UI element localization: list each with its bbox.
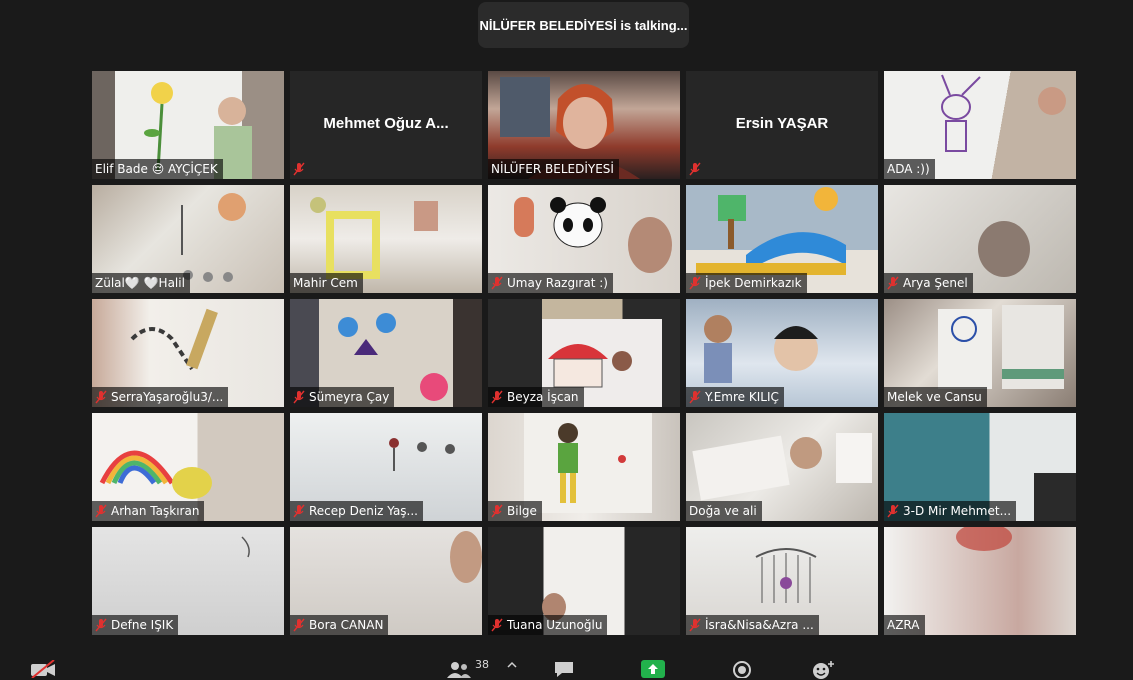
- participant-name-label: ADA :)): [884, 159, 935, 179]
- participants-button[interactable]: 38: [446, 657, 489, 678]
- muted-mic-icon: [95, 504, 107, 518]
- participant-tile[interactable]: Mahir Cem: [290, 185, 482, 293]
- chat-icon: [555, 662, 573, 677]
- participant-tile[interactable]: Elif Bade 😔 AYÇİÇEK: [92, 71, 284, 179]
- participant-tile[interactable]: İsra&Nisa&Azra ...: [686, 527, 878, 635]
- participant-tile-active-speaker[interactable]: NİLÜFER BELEDİYESİ: [488, 71, 680, 179]
- participant-name-label: AZRA: [884, 615, 925, 635]
- participant-tile[interactable]: Defne IŞIK: [92, 527, 284, 635]
- talking-indicator: NİLÜFER BELEDİYESİ is talking...: [478, 2, 689, 48]
- meeting-toolbar: 38: [0, 650, 1133, 680]
- record-button[interactable]: [731, 660, 753, 678]
- share-screen-button[interactable]: [641, 660, 665, 678]
- participant-tile[interactable]: Recep Deniz Yaş...: [290, 413, 482, 521]
- participant-tile[interactable]: Melek ve Cansu: [884, 299, 1076, 407]
- participant-name-label: [290, 159, 314, 179]
- participant-name-label: Beyza İşcan: [488, 387, 584, 407]
- participant-display-name: Mehmet Oğuz A...: [323, 115, 449, 132]
- muted-mic-icon: [689, 162, 701, 176]
- muted-mic-icon: [887, 276, 899, 290]
- participant-tile[interactable]: Ersin YAŞAR: [686, 71, 878, 179]
- muted-mic-icon: [689, 276, 701, 290]
- reactions-icon: [813, 661, 834, 679]
- participant-tile[interactable]: Arhan Taşkıran: [92, 413, 284, 521]
- talking-indicator-text: NİLÜFER BELEDİYESİ is talking...: [479, 17, 688, 33]
- record-icon: [733, 661, 751, 678]
- participant-name-label: Defne IŞIK: [92, 615, 179, 635]
- participant-tile[interactable]: Umay Razgırat :): [488, 185, 680, 293]
- participant-tile[interactable]: 3-D Mir Mehmet...: [884, 413, 1076, 521]
- participant-tile[interactable]: İpek Demirkazık: [686, 185, 878, 293]
- share-screen-icon: [641, 660, 665, 678]
- muted-mic-icon: [491, 618, 503, 632]
- muted-mic-icon: [95, 618, 107, 632]
- participant-name-label: Bilge: [488, 501, 542, 521]
- participant-name-label: Zülal🤍 🤍Halil: [92, 273, 190, 293]
- participant-name-label: Arya Şenel: [884, 273, 973, 293]
- participant-name-label: Tuana Uzunoğlu: [488, 615, 608, 635]
- muted-mic-icon: [689, 390, 701, 404]
- participant-name-label: Elif Bade 😔 AYÇİÇEK: [92, 159, 223, 179]
- chevron-up-icon: [507, 661, 517, 668]
- participant-tile[interactable]: AZRA: [884, 527, 1076, 635]
- participant-tile[interactable]: Bora CANAN: [290, 527, 482, 635]
- participant-tile[interactable]: Arya Şenel: [884, 185, 1076, 293]
- reactions-button[interactable]: [811, 660, 835, 680]
- muted-mic-icon: [95, 390, 107, 404]
- participant-tile[interactable]: SerraYaşaroğlu3/...: [92, 299, 284, 407]
- participant-name-label: İpek Demirkazık: [686, 273, 807, 293]
- participant-name-label: Arhan Taşkıran: [92, 501, 205, 521]
- participant-name-label: Mahir Cem: [290, 273, 363, 293]
- participant-name-label: NİLÜFER BELEDİYESİ: [488, 159, 619, 179]
- muted-mic-icon: [293, 618, 305, 632]
- participant-tile[interactable]: Zülal🤍 🤍Halil: [92, 185, 284, 293]
- gallery-grid: Elif Bade 😔 AYÇİÇEK Mehmet Oğuz A... NİL…: [92, 71, 1076, 635]
- participant-name-label: Bora CANAN: [290, 615, 389, 635]
- participant-tile[interactable]: Bilge: [488, 413, 680, 521]
- muted-mic-icon: [689, 618, 701, 632]
- video-off-icon: [31, 660, 55, 678]
- participants-icon: [447, 662, 471, 678]
- muted-mic-icon: [293, 504, 305, 518]
- participant-name-label: 3-D Mir Mehmet...: [884, 501, 1017, 521]
- participant-name-label: [686, 159, 710, 179]
- participant-name-label: Recep Deniz Yaş...: [290, 501, 423, 521]
- participant-name-label: İsra&Nisa&Azra ...: [686, 615, 819, 635]
- muted-mic-icon: [887, 504, 899, 518]
- muted-mic-icon: [293, 162, 305, 176]
- muted-mic-icon: [491, 504, 503, 518]
- participant-tile[interactable]: ADA :)): [884, 71, 1076, 179]
- participant-name-label: Umay Razgırat :): [488, 273, 613, 293]
- stop-video-button[interactable]: [30, 660, 56, 678]
- participant-tile[interactable]: Doğa ve ali: [686, 413, 878, 521]
- muted-mic-icon: [491, 276, 503, 290]
- participant-name-label: SerraYaşaroğlu3/...: [92, 387, 229, 407]
- participant-name-label: Y.Emre KILIÇ: [686, 387, 784, 407]
- muted-mic-icon: [293, 390, 305, 404]
- participant-name-label: Sümeyra Çay: [290, 387, 395, 407]
- participants-options-button[interactable]: [507, 660, 517, 670]
- participant-tile[interactable]: Mehmet Oğuz A...: [290, 71, 482, 179]
- participant-tile[interactable]: Sümeyra Çay: [290, 299, 482, 407]
- participant-tile[interactable]: Tuana Uzunoğlu: [488, 527, 680, 635]
- participant-display-name: Ersin YAŞAR: [735, 115, 829, 132]
- participants-count: 38: [475, 657, 489, 671]
- chat-button[interactable]: [553, 660, 575, 678]
- participant-name-label: Melek ve Cansu: [884, 387, 987, 407]
- participant-name-label: Doğa ve ali: [686, 501, 762, 521]
- participant-tile[interactable]: Beyza İşcan: [488, 299, 680, 407]
- muted-mic-icon: [491, 390, 503, 404]
- participant-tile[interactable]: Y.Emre KILIÇ: [686, 299, 878, 407]
